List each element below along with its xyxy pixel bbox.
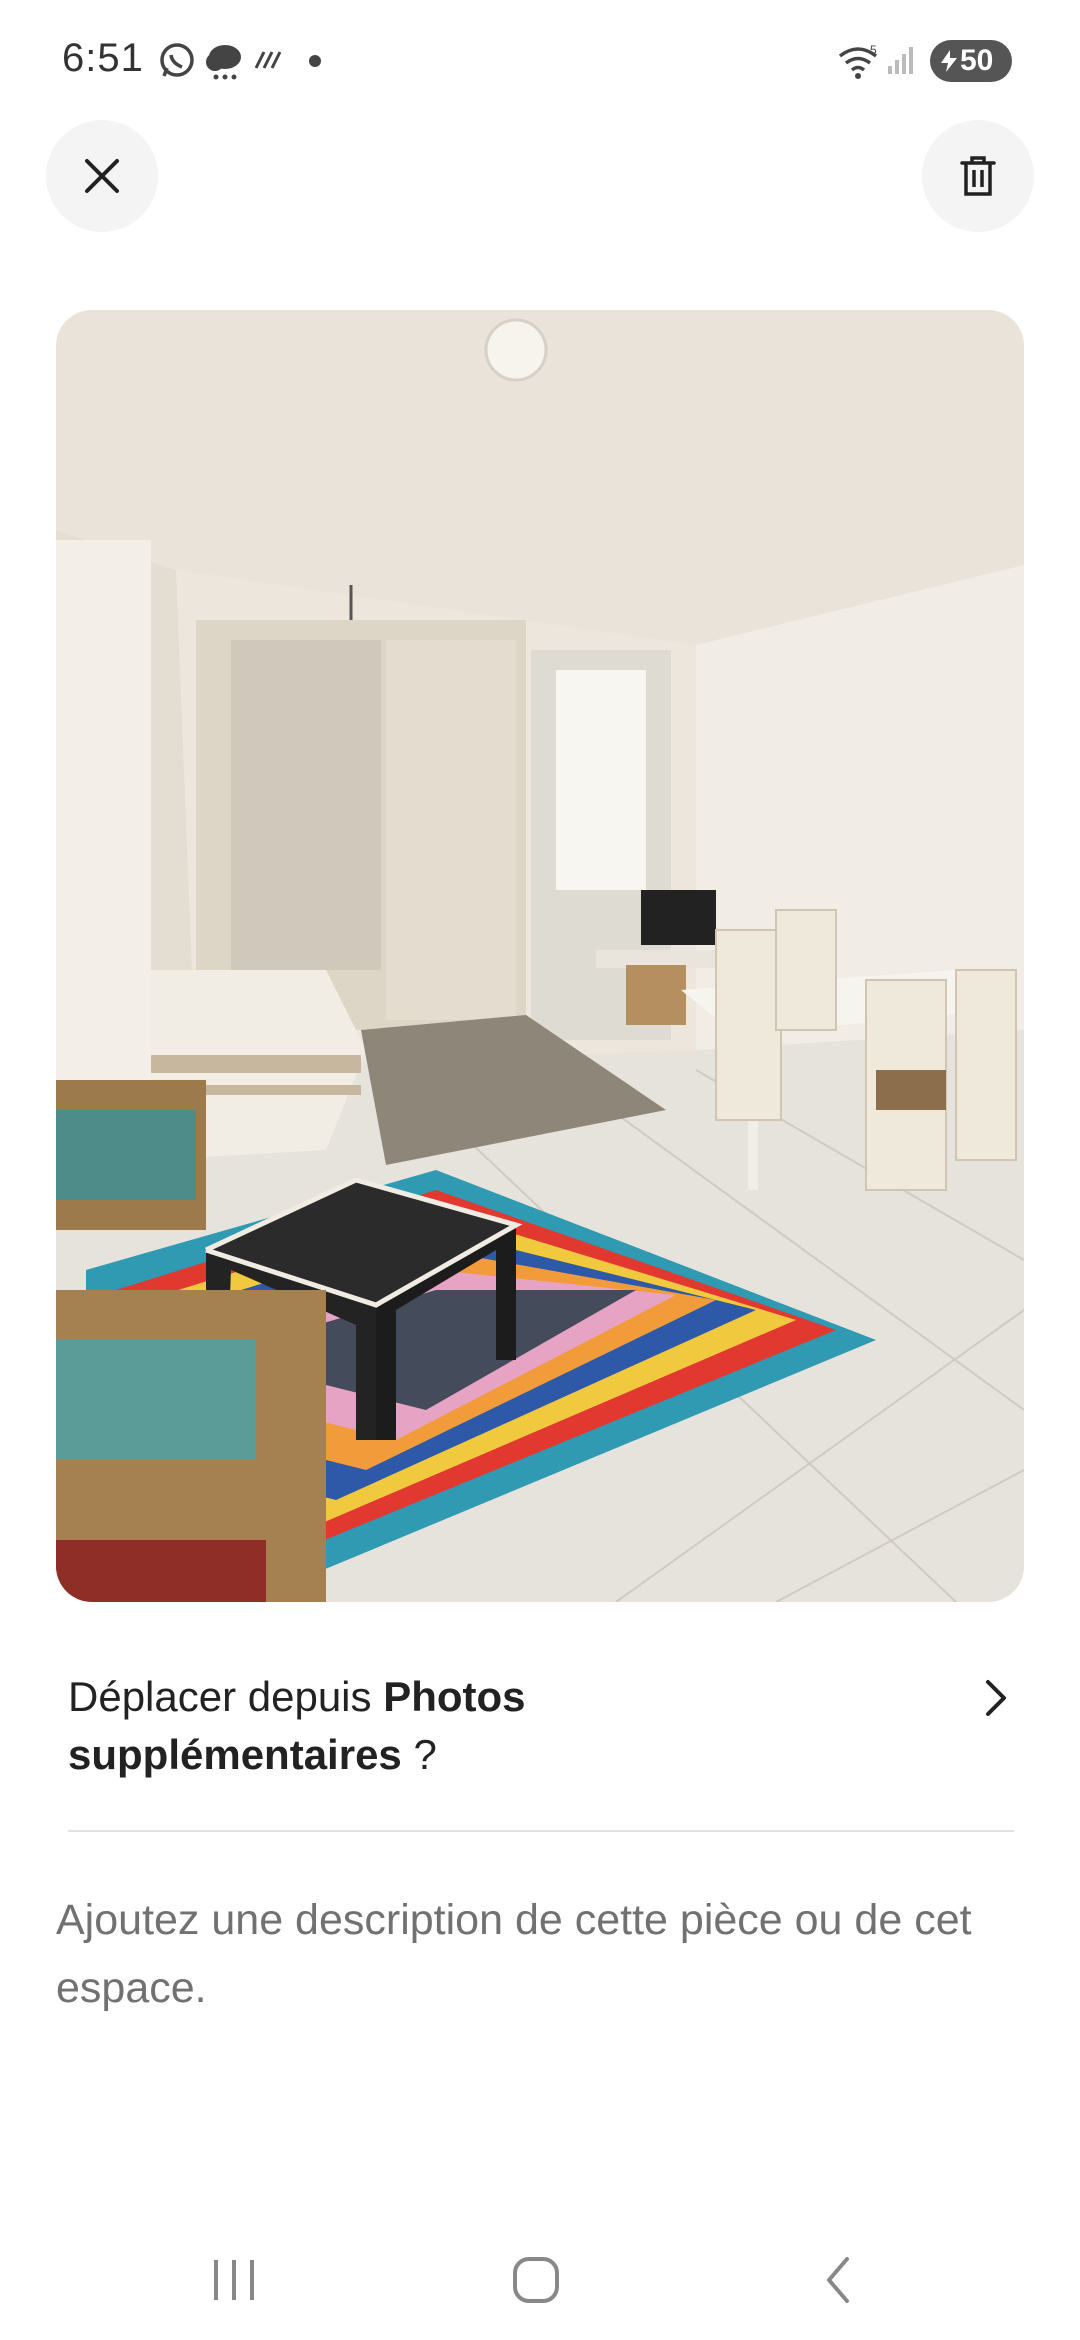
battery-icon: 50 [930,40,1012,82]
move-prefix: Déplacer depuis [68,1673,384,1720]
whatsapp-icon [158,42,196,85]
close-button[interactable] [46,120,158,232]
back-button[interactable] [778,2220,898,2340]
recent-apps-icon [214,2260,254,2300]
close-icon [85,159,119,193]
battery-level: 50 [960,44,994,77]
room-photo[interactable] [56,310,1024,1602]
divider [68,1830,1014,1832]
home-icon [513,2257,559,2303]
signal-icon [886,44,916,81]
weather-cloud-icon [203,40,245,87]
delete-button[interactable] [922,120,1034,232]
chevron-right-icon [980,1678,1010,1723]
home-button[interactable] [476,2220,596,2340]
notification-dot-icon [308,54,322,73]
status-bar: 6:51 5 50 [0,0,1080,110]
svg-text:5: 5 [870,43,877,57]
navigation-bar [0,2220,1080,2340]
move-from-album-text: Déplacer depuis Photos supplémentaires ? [68,1668,868,1784]
recent-apps-button[interactable] [174,2220,294,2340]
description-input[interactable]: Ajoutez une description de cette pièce o… [56,1886,1016,2022]
wifi-icon: 5 [836,42,882,87]
move-from-album-row[interactable]: Déplacer depuis Photos supplémentaires ? [68,1668,1018,1788]
rain-icon [252,48,286,77]
trash-icon [960,156,996,196]
back-icon [827,2257,849,2303]
status-time: 6:51 [62,36,144,80]
move-suffix: ? [401,1731,437,1778]
